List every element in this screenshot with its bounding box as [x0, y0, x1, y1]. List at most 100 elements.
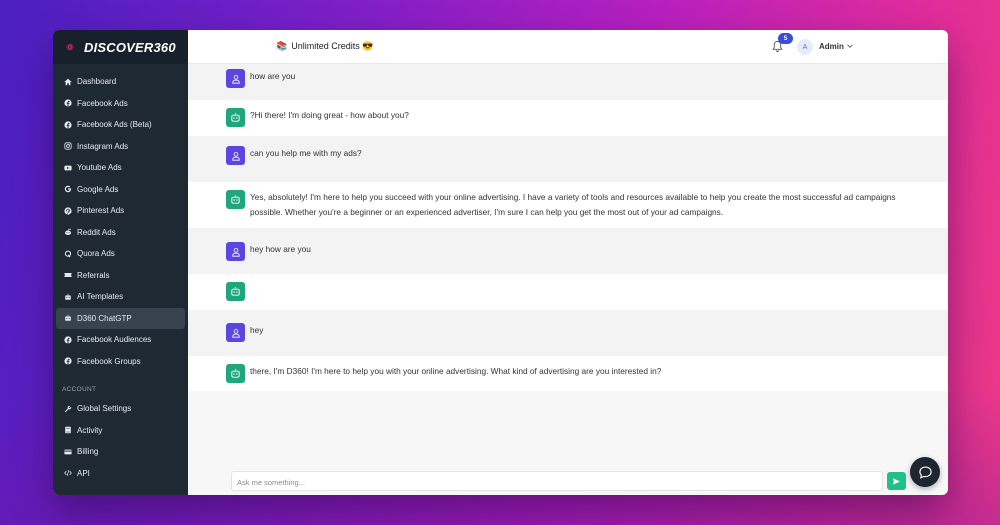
credit-card-icon — [63, 447, 72, 456]
sidebar-item-facebook-audiences[interactable]: Facebook Audiences — [56, 329, 185, 351]
sidebar-item-label: API — [77, 468, 90, 478]
credits-label: Unlimited Credits 😎 — [291, 41, 374, 51]
sidebar-item-label: Facebook Ads — [77, 98, 128, 108]
sidebar-item-instagram-ads[interactable]: Instagram Ads — [56, 136, 185, 158]
robot-icon — [226, 190, 245, 209]
sidebar-item-label: Google Ads — [77, 184, 119, 194]
notifications-button[interactable]: 5 — [771, 33, 793, 54]
brand-logo[interactable]: DISCOVER360 — [53, 30, 188, 64]
user-icon — [226, 146, 245, 165]
robot-icon — [63, 292, 72, 301]
sidebar-item-label: Pinterest Ads — [77, 206, 125, 216]
sidebar: DISCOVER360 Dashboard Facebook Ads Faceb… — [53, 30, 188, 495]
user-icon — [226, 69, 245, 88]
robot-icon — [226, 364, 245, 383]
robot-icon — [63, 314, 72, 323]
chat-message-bot: Yes, absolutely! I'm here to help you su… — [188, 182, 948, 228]
sidebar-item-label: AI Templates — [77, 292, 124, 302]
message-text: can you help me with my ads? — [250, 148, 362, 158]
sidebar-item-facebook-ads-beta[interactable]: Facebook Ads (Beta) — [56, 114, 185, 136]
youtube-icon — [63, 163, 72, 172]
send-icon — [892, 477, 901, 485]
ticket-icon — [63, 271, 72, 280]
home-icon — [63, 77, 72, 86]
sidebar-item-label: Billing — [77, 447, 99, 457]
chat-message-user: hey how are you — [188, 228, 948, 274]
sidebar-item-label: Facebook Ads (Beta) — [77, 120, 152, 130]
facebook-icon — [63, 120, 72, 129]
chat-input-container — [231, 471, 883, 492]
chat-message-bot: there, I'm D360! I'm here to help you wi… — [188, 356, 948, 391]
sidebar-item-label: D360 ChatGTP — [77, 313, 132, 323]
chat-message-user: how are you — [188, 64, 948, 100]
robot-icon — [226, 282, 245, 301]
sidebar-item-google-ads[interactable]: Google Ads — [56, 179, 185, 201]
sidebar-item-label: Referrals — [77, 270, 110, 280]
sidebar-item-label: Facebook Audiences — [77, 335, 152, 345]
quora-icon — [63, 249, 72, 258]
chat-thread: how are you ?Hi there! I'm doing great -… — [188, 64, 948, 391]
message-text: hey — [250, 325, 264, 335]
sidebar-item-label: Instagram Ads — [77, 141, 129, 151]
chat-message-user: hey — [188, 310, 948, 356]
chat-message-bot: ?Hi there! I'm doing great - how about y… — [188, 100, 948, 136]
facebook-icon — [63, 99, 72, 108]
app-window: DISCOVER360 Dashboard Facebook Ads Faceb… — [53, 30, 948, 495]
chat-bubble-icon — [918, 465, 932, 479]
chat-input[interactable] — [232, 473, 882, 492]
facebook-icon — [63, 357, 72, 366]
sidebar-item-label: Youtube Ads — [77, 163, 122, 173]
sidebar-item-dashboard[interactable]: Dashboard — [56, 71, 185, 93]
sidebar-item-reddit-ads[interactable]: Reddit Ads — [56, 222, 185, 244]
notification-badge: 5 — [778, 33, 793, 44]
sidebar-item-referrals[interactable]: Referrals — [56, 265, 185, 287]
sidebar-item-label: Reddit Ads — [77, 227, 116, 237]
reddit-icon — [63, 228, 72, 237]
sidebar-item-d360-chatgtp[interactable]: D360 ChatGTP — [56, 307, 185, 329]
atom-logo-icon — [60, 37, 80, 57]
user-icon — [226, 242, 245, 261]
sidebar-item-facebook-groups[interactable]: Facebook Groups — [56, 351, 185, 373]
message-text: hey how are you — [250, 244, 311, 254]
sidebar-item-youtube-ads[interactable]: Youtube Ads — [56, 157, 185, 179]
sidebar-item-label: Activity — [77, 425, 103, 435]
sidebar-item-facebook-ads[interactable]: Facebook Ads — [56, 93, 185, 115]
user-menu-label[interactable]: Admin — [819, 42, 844, 51]
brand-name: DISCOVER360 — [84, 39, 176, 55]
sidebar-item-label: Facebook Groups — [77, 356, 141, 366]
account-section-label: ACCOUNT — [62, 386, 97, 393]
avatar[interactable]: A — [797, 39, 813, 55]
code-icon — [63, 469, 72, 478]
credits-indicator: 📚 Unlimited Credits 😎 — [276, 41, 373, 52]
sidebar-item-label: Global Settings — [77, 404, 132, 414]
book-icon — [63, 426, 72, 435]
sidebar-item-billing[interactable]: Billing — [56, 441, 185, 463]
chevron-down-icon[interactable] — [846, 42, 854, 50]
message-text: there, I'm D360! I'm here to help you wi… — [250, 366, 662, 376]
sidebar-item-label: Quora Ads — [77, 249, 115, 259]
sidebar-item-ai-templates[interactable]: AI Templates — [56, 286, 185, 308]
wrench-icon — [63, 404, 72, 413]
message-text: ?Hi there! I'm doing great - how about y… — [250, 110, 409, 120]
send-button[interactable] — [887, 472, 906, 490]
robot-icon — [226, 108, 245, 127]
sidebar-item-api[interactable]: API — [56, 463, 185, 485]
sidebar-item-activity[interactable]: Activity — [56, 420, 185, 442]
pinterest-icon — [63, 206, 72, 215]
user-icon — [226, 323, 245, 342]
facebook-icon — [63, 335, 72, 344]
google-icon — [63, 185, 72, 194]
chat-launcher-button[interactable] — [910, 457, 940, 487]
instagram-icon — [63, 142, 72, 151]
chat-message-user: can you help me with my ads? — [188, 136, 948, 182]
message-text: Yes, absolutely! I'm here to help you su… — [250, 192, 896, 217]
top-header: 📚 Unlimited Credits 😎 5 A Admin — [188, 30, 948, 64]
sidebar-item-label: Dashboard — [77, 77, 117, 87]
sidebar-nav: Dashboard Facebook Ads Facebook Ads (Bet… — [53, 64, 188, 484]
chat-message-bot — [188, 274, 948, 310]
sidebar-item-quora-ads[interactable]: Quora Ads — [56, 243, 185, 265]
message-text: how are you — [250, 71, 296, 81]
sidebar-item-global-settings[interactable]: Global Settings — [56, 398, 185, 420]
books-icon: 📚 — [276, 41, 288, 51]
sidebar-item-pinterest-ads[interactable]: Pinterest Ads — [56, 200, 185, 222]
